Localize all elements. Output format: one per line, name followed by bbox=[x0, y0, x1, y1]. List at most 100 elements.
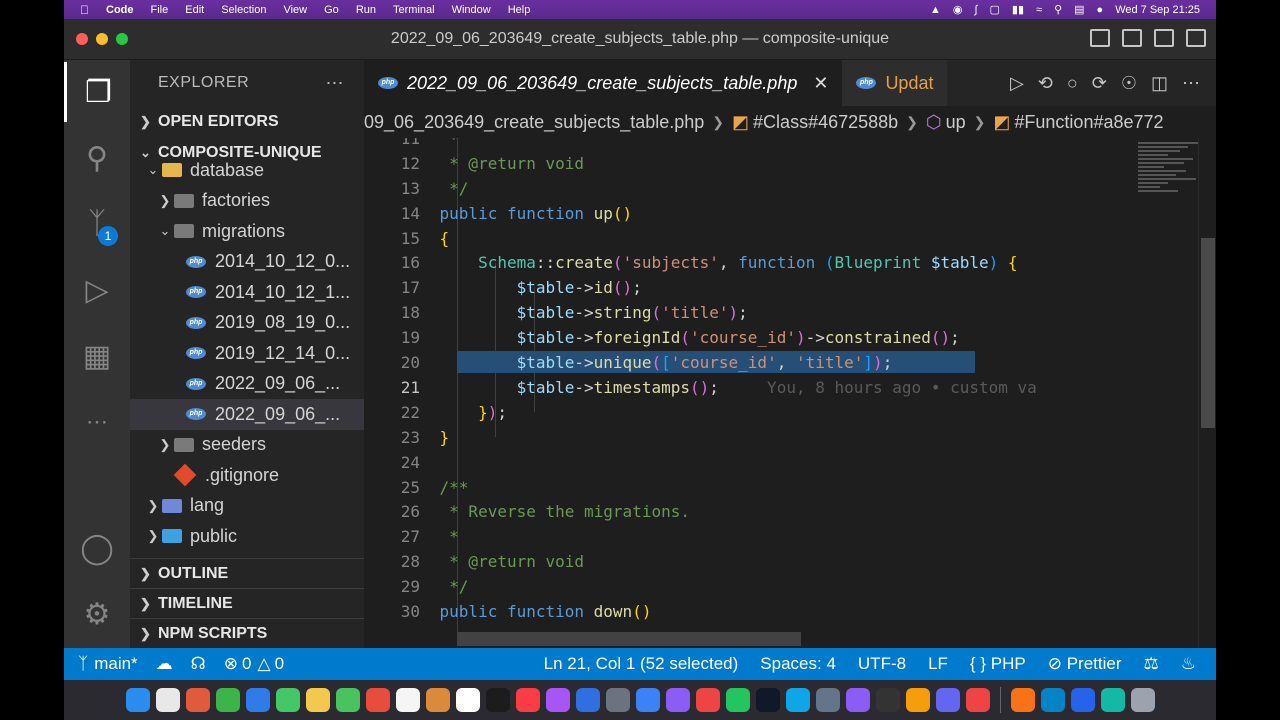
battery-icon[interactable]: ▮▮ bbox=[1012, 3, 1024, 16]
tab-inactive-file[interactable]: php Updat bbox=[842, 60, 948, 106]
code-line[interactable]: 12 * @return void bbox=[364, 151, 1134, 176]
code-line[interactable]: 15 { bbox=[364, 226, 1134, 251]
dock-app-icon[interactable] bbox=[695, 688, 720, 712]
language-mode[interactable]: { } PHP bbox=[970, 654, 1026, 674]
code-line[interactable]: 25 /** bbox=[364, 475, 1134, 500]
outline-section[interactable]: ❯ OUTLINE bbox=[130, 558, 364, 588]
menubar-clock[interactable]: Wed 7 Sep 21:25 bbox=[1115, 4, 1200, 16]
live-share-icon[interactable]: ⚖ bbox=[1144, 654, 1159, 674]
menu-help[interactable]: Help bbox=[508, 4, 531, 16]
settings-gear-icon[interactable]: ⚙ bbox=[64, 584, 130, 644]
close-tab-icon[interactable]: ✕ bbox=[813, 73, 828, 94]
breadcrumb-file[interactable]: 09_06_203649_create_subjects_table.php bbox=[364, 112, 704, 133]
git-branch-icon[interactable]: ᛉ bbox=[78, 654, 88, 674]
tree-item[interactable]: php 2019_12_14_0... bbox=[130, 338, 364, 369]
dock-app-icon[interactable] bbox=[125, 688, 150, 712]
dock-app-icon[interactable] bbox=[605, 688, 630, 712]
toggle-secondary-sidebar-icon[interactable] bbox=[1154, 29, 1174, 47]
dock-app-icon[interactable] bbox=[515, 688, 540, 712]
git-compare-icon[interactable]: ☉ bbox=[1121, 73, 1137, 94]
end-of-line[interactable]: LF bbox=[928, 654, 948, 674]
run-debug-icon[interactable]: ▷ bbox=[64, 260, 130, 320]
tab-active-file[interactable]: php 2022_09_06_203649_create_subjects_ta… bbox=[364, 60, 843, 106]
code-line[interactable]: 16 Schema::create('subjects', function (… bbox=[364, 251, 1134, 276]
indentation[interactable]: Spaces: 4 bbox=[760, 654, 836, 674]
menu-file[interactable]: File bbox=[151, 4, 169, 16]
spotlight-search-icon[interactable]: ⚲ bbox=[1054, 3, 1062, 16]
extensions-icon[interactable]: ▦ bbox=[64, 326, 130, 386]
code-line[interactable]: 26 * Reverse the migrations. bbox=[364, 500, 1134, 525]
explorer-more-icon[interactable]: ⋯ bbox=[326, 73, 345, 94]
control-center-icon[interactable]: ▤ bbox=[1074, 3, 1084, 16]
code-line[interactable]: 13 */ bbox=[364, 176, 1134, 201]
vertical-scrollbar[interactable] bbox=[1198, 138, 1216, 648]
menu-edit[interactable]: Edit bbox=[185, 4, 204, 16]
scroll-thumb[interactable] bbox=[1201, 238, 1215, 428]
error-icon[interactable]: ⊗ bbox=[224, 654, 238, 674]
dock-app-icon[interactable] bbox=[335, 688, 360, 712]
horizontal-scrollbar[interactable] bbox=[457, 632, 801, 646]
dock-app-icon[interactable] bbox=[275, 688, 300, 712]
toggle-sidebar-icon[interactable] bbox=[1090, 29, 1110, 47]
code-line[interactable]: 20 $table->unique(['course_id', 'title']… bbox=[364, 350, 1134, 375]
dock-app-icon[interactable] bbox=[545, 688, 570, 712]
apple-icon[interactable]:  bbox=[80, 3, 94, 17]
breadcrumb-function[interactable]: #Function#a8e772 bbox=[1014, 112, 1163, 133]
dock-app-icon[interactable] bbox=[875, 688, 900, 712]
cursor-position[interactable]: Ln 21, Col 1 (52 selected) bbox=[544, 654, 739, 674]
code-line[interactable]: 22 }); bbox=[364, 400, 1134, 425]
prettier-status[interactable]: ⊘ Prettier bbox=[1048, 654, 1122, 674]
minimap[interactable] bbox=[1134, 138, 1198, 648]
dock-app-icon[interactable] bbox=[215, 688, 240, 712]
minimize-window-button[interactable] bbox=[96, 33, 108, 45]
sync-cloud-icon[interactable]: ☁ bbox=[156, 654, 173, 674]
dock-app-icon[interactable] bbox=[1010, 688, 1035, 712]
dock-app-icon[interactable] bbox=[365, 688, 390, 712]
play-circle-icon[interactable]: ◉ bbox=[953, 3, 963, 16]
tree-item[interactable]: php 2014_10_12_0... bbox=[130, 247, 364, 278]
toggle-panel-icon[interactable] bbox=[1122, 29, 1142, 47]
open-editors-section[interactable]: ❯ OPEN EDITORS bbox=[130, 106, 364, 137]
dock-app-icon[interactable] bbox=[665, 688, 690, 712]
search-icon[interactable]: ⚲ bbox=[64, 128, 130, 188]
dock-app-icon[interactable] bbox=[785, 688, 810, 712]
breadcrumb-class[interactable]: #Class#4672588b bbox=[753, 112, 898, 133]
code-editor[interactable]: 11 * 12 * @return void 13 */14 public fun… bbox=[364, 138, 1134, 648]
dock-app-icon[interactable] bbox=[755, 688, 780, 712]
dock-app-icon[interactable] bbox=[455, 688, 480, 712]
go-back-icon[interactable]: ⟲ bbox=[1038, 73, 1053, 94]
tree-item[interactable]: php 2022_09_06_... bbox=[130, 399, 364, 430]
tree-item[interactable]: php 2022_09_06_... bbox=[130, 369, 364, 400]
dock-app-icon[interactable] bbox=[905, 688, 930, 712]
dock-app-icon[interactable] bbox=[155, 688, 180, 712]
bluetooth-icon[interactable]: ∫ bbox=[974, 4, 977, 16]
dock-app-icon[interactable] bbox=[1100, 688, 1125, 712]
tree-item[interactable]: ⌄ migrations bbox=[130, 216, 364, 247]
dock-app-icon[interactable] bbox=[395, 688, 420, 712]
tree-item[interactable]: php 2019_08_19_0... bbox=[130, 308, 364, 339]
warning-icon[interactable]: △ bbox=[258, 654, 271, 674]
tree-item[interactable]: ❯ public bbox=[130, 521, 364, 552]
tree-item[interactable]: php 2014_10_12_1... bbox=[130, 277, 364, 308]
tree-item[interactable]: ❯ lang bbox=[130, 491, 364, 522]
account-icon[interactable]: ◯ bbox=[64, 518, 130, 578]
code-line[interactable]: 18 $table->string('title'); bbox=[364, 300, 1134, 325]
dock-app-icon[interactable] bbox=[635, 688, 660, 712]
code-line[interactable]: 27 * bbox=[364, 524, 1134, 549]
error-count[interactable]: 0 bbox=[242, 654, 251, 674]
code-line[interactable]: 21 $table->timestamps(); You, 8 hours ag… bbox=[364, 375, 1134, 400]
tree-item[interactable]: ❯ factories bbox=[130, 186, 364, 217]
git-branch[interactable]: main* bbox=[94, 654, 137, 674]
wifi-icon[interactable]: ≈ bbox=[1036, 4, 1042, 16]
dock-app-icon[interactable] bbox=[935, 688, 960, 712]
dock-app-icon[interactable] bbox=[425, 688, 450, 712]
customize-layout-icon[interactable] bbox=[1186, 29, 1206, 47]
dock-app-icon[interactable] bbox=[815, 688, 840, 712]
dock-app-icon[interactable] bbox=[725, 688, 750, 712]
dock-app-icon[interactable] bbox=[1070, 688, 1095, 712]
dock-app-icon[interactable] bbox=[965, 688, 990, 712]
code-line[interactable]: 28 * @return void bbox=[364, 549, 1134, 574]
menu-terminal[interactable]: Terminal bbox=[393, 4, 435, 16]
dock-app-icon[interactable] bbox=[845, 688, 870, 712]
more-icon[interactable]: ⋯ bbox=[64, 392, 130, 452]
